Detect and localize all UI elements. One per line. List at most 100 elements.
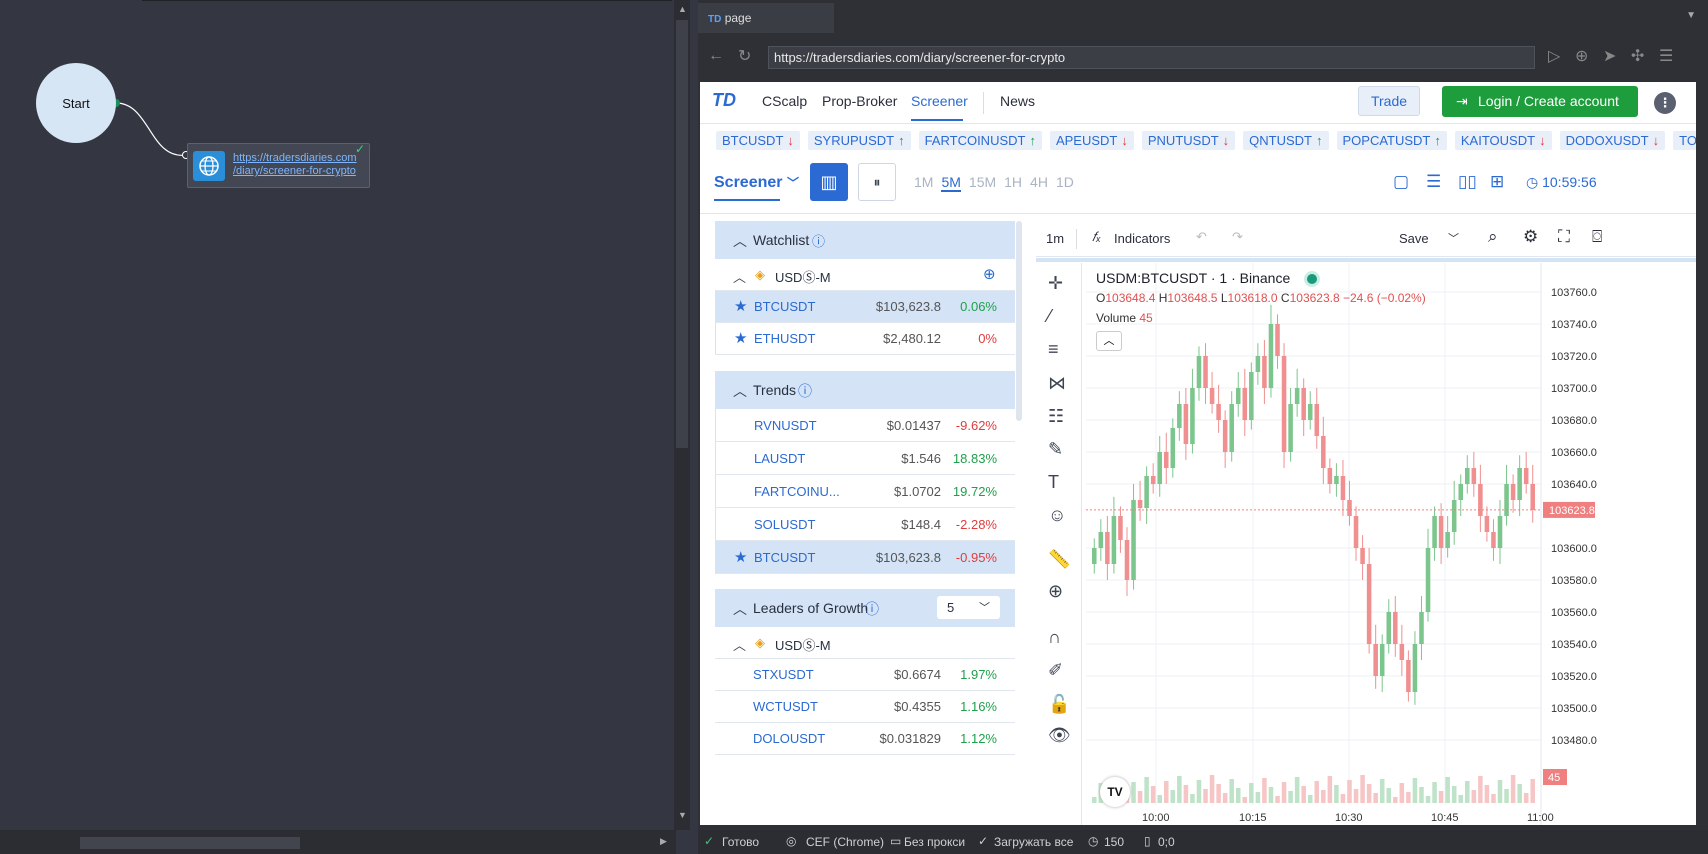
ticker-chip[interactable]: SYRUPUSDT ↑ <box>807 131 911 150</box>
layout-columns-icon[interactable]: ▯▯ <box>1458 172 1477 192</box>
text-icon[interactable]: T <box>1048 472 1059 493</box>
fullscreen-icon[interactable]: ⛶ <box>1558 227 1570 247</box>
timeframe-1h[interactable]: 1H <box>1004 174 1022 190</box>
symbol[interactable]: LAUSDT <box>754 451 805 466</box>
info-icon[interactable]: ⓘ <box>812 231 825 250</box>
extension-icon[interactable]: ✣ <box>1631 46 1644 66</box>
cursor-icon[interactable]: ➤ <box>1603 46 1616 66</box>
tab-dropdown-icon[interactable]: ▼ <box>1686 10 1696 21</box>
collapse-icon[interactable]: ︿ <box>733 267 746 286</box>
leaders-count-select[interactable]: 5 ﹀ <box>937 596 1000 619</box>
list-item[interactable]: ★ ETHUSDT $2,480.12 0% <box>715 323 1015 355</box>
more-options-icon[interactable]: ⋮ <box>1654 92 1676 114</box>
star-icon[interactable]: ★ <box>734 548 747 566</box>
tradingview-logo[interactable]: TV <box>1100 777 1130 807</box>
quick-search-icon[interactable]: ⌕ <box>1488 227 1498 247</box>
star-icon[interactable]: ★ <box>734 329 747 347</box>
collapse-icon[interactable]: ︿ <box>733 231 747 251</box>
menu-screener[interactable]: Screener <box>911 93 968 109</box>
layout-grid-icon[interactable]: ⊞ <box>1490 172 1504 192</box>
crosshair-icon[interactable]: ✛ <box>1048 273 1063 294</box>
zoom-in-icon[interactable]: ⊕ <box>1048 581 1063 602</box>
collapse-icon[interactable]: ︿ <box>733 599 747 619</box>
reload-icon[interactable]: ↻ <box>738 46 751 66</box>
symbol[interactable]: WCTUSDT <box>753 699 818 714</box>
layout-rows-icon[interactable]: ☰ <box>1426 172 1441 192</box>
ticker-chip[interactable]: DODOXUSDT ↓ <box>1559 131 1666 150</box>
list-item[interactable]: LAUSDT $1.546 18.83% <box>715 442 1015 475</box>
ruler-icon[interactable]: 📏 <box>1048 549 1070 570</box>
info-icon[interactable]: ⓘ <box>798 381 812 401</box>
screener-dropdown[interactable]: Screener ﹀ <box>714 174 799 192</box>
ticker-chip[interactable]: KAITOUSDT ↓ <box>1454 131 1552 150</box>
list-item[interactable]: ★ BTCUSDT $103,623.8 -0.95% <box>715 541 1015 574</box>
brush-icon[interactable]: ✎ <box>1048 439 1063 460</box>
timeframe-1d[interactable]: 1D <box>1056 174 1074 190</box>
collapse-icon[interactable]: ︿ <box>733 635 746 654</box>
menu-prop-broker[interactable]: Prop-Broker <box>822 93 897 109</box>
timeframe-15m[interactable]: 15M <box>969 174 996 190</box>
list-item[interactable]: STXUSDT $0.6674 1.97% <box>715 659 1015 691</box>
price-chart[interactable]: 103760.0 103740.0 103720.0 103700.0 103680.0… <box>1086 263 1696 825</box>
interval-button[interactable]: 1m <box>1046 231 1064 246</box>
trend-line-icon[interactable]: ⁄ <box>1048 306 1051 327</box>
settings-icon[interactable]: ⚙ <box>1523 227 1538 247</box>
collapse-icon[interactable]: ︿ <box>733 381 747 401</box>
indicators-button[interactable]: Indicators <box>1114 231 1170 246</box>
node-url-link[interactable]: https://tradersdiaries.com/diary/screene… <box>233 152 357 178</box>
symbol[interactable]: BTCUSDT <box>754 299 815 314</box>
back-icon[interactable]: ← <box>708 47 724 65</box>
collapse-legend-button[interactable]: ︿ <box>1096 331 1122 351</box>
menu-news[interactable]: News <box>1000 93 1035 109</box>
ticker-chip[interactable]: APEUSDT ↓ <box>1049 131 1134 150</box>
magnet-icon[interactable]: ∩ <box>1048 627 1061 648</box>
save-button[interactable]: Save <box>1399 231 1429 246</box>
pattern-icon[interactable]: ⋈ <box>1048 373 1066 394</box>
vertical-scrollbar[interactable]: ▲ ▼ <box>674 0 690 830</box>
camera-icon[interactable]: ⌼ <box>1592 227 1602 247</box>
flow-canvas[interactable]: Start https://tradersdiaries.com/diary/s… <box>0 0 676 854</box>
symbol[interactable]: BTCUSDT <box>754 550 815 565</box>
watchlist-header[interactable]: ︿ Watchlist ⓘ <box>715 221 1015 259</box>
symbol[interactable]: ETHUSDT <box>754 331 815 346</box>
list-item[interactable]: ★ BTCUSDT $103,623.8 0.06% <box>715 291 1015 323</box>
ticker-chip[interactable]: PNUTUSDT ↓ <box>1141 131 1236 150</box>
eye-icon[interactable]: 👁 <box>1048 725 1071 746</box>
browser-tab[interactable]: TD page <box>698 3 834 33</box>
scroll-thumb-h[interactable] <box>80 837 300 849</box>
list-item[interactable]: WCTUSDT $0.4355 1.16% <box>715 691 1015 723</box>
list-item[interactable]: RVNUSDT $0.01437 -9.62% <box>715 409 1015 442</box>
scroll-thumb[interactable] <box>676 20 688 448</box>
emoji-icon[interactable]: ☺ <box>1048 505 1066 526</box>
watchlist-group[interactable]: ︿ ◈ USDⓈ-M ⊕ <box>715 259 1015 291</box>
trends-header[interactable]: ︿ Trends ⓘ <box>715 371 1015 409</box>
symbol[interactable]: STXUSDT <box>753 667 814 682</box>
star-icon[interactable]: ★ <box>734 297 747 315</box>
info-icon[interactable]: ⓘ <box>865 599 879 619</box>
pause-icon[interactable]: ⏸ <box>858 163 896 201</box>
login-button[interactable]: ⇥ Login / Create account <box>1442 86 1638 117</box>
symbol[interactable]: SOLUSDT <box>754 517 815 532</box>
url-node[interactable]: https://tradersdiaries.com/diary/screene… <box>187 142 370 188</box>
add-icon[interactable]: ⊕ <box>983 265 996 283</box>
symbol[interactable]: RVNUSDT <box>754 418 817 433</box>
ticker-chip[interactable]: BTCUSDT ↓ <box>716 131 800 150</box>
timeframe-1m[interactable]: 1M <box>914 174 933 190</box>
leaders-group[interactable]: ︿ ◈ USDⓈ-M <box>715 627 1015 659</box>
fib-icon[interactable]: ☷ <box>1048 406 1064 427</box>
unlock-icon[interactable]: 🔓 <box>1048 694 1070 715</box>
menu-icon[interactable]: ☰ <box>1659 46 1673 66</box>
undo-icon[interactable]: ↶ <box>1196 229 1207 245</box>
ticker-chip[interactable]: TON <box>1673 131 1696 150</box>
list-item[interactable]: FARTCOINU... $1.0702 19.72% <box>715 475 1015 508</box>
timeframe-5m[interactable]: 5M <box>941 174 961 192</box>
chevron-down-icon[interactable]: ﹀ <box>1448 230 1459 246</box>
add-icon[interactable]: ⊕ <box>1575 46 1588 66</box>
trade-button[interactable]: Trade <box>1358 86 1420 116</box>
address-bar[interactable]: https://tradersdiaries.com/diary/screene… <box>768 46 1535 69</box>
timeframe-4h[interactable]: 4H <box>1030 174 1048 190</box>
layout-single-icon[interactable]: ▢ <box>1393 172 1409 192</box>
list-item[interactable]: SOLUSDT $148.4 -2.28% <box>715 508 1015 541</box>
horizontal-scrollbar[interactable]: ▶ <box>0 830 676 854</box>
ticker-chip[interactable]: POPCATUSDT ↑ <box>1336 131 1447 150</box>
